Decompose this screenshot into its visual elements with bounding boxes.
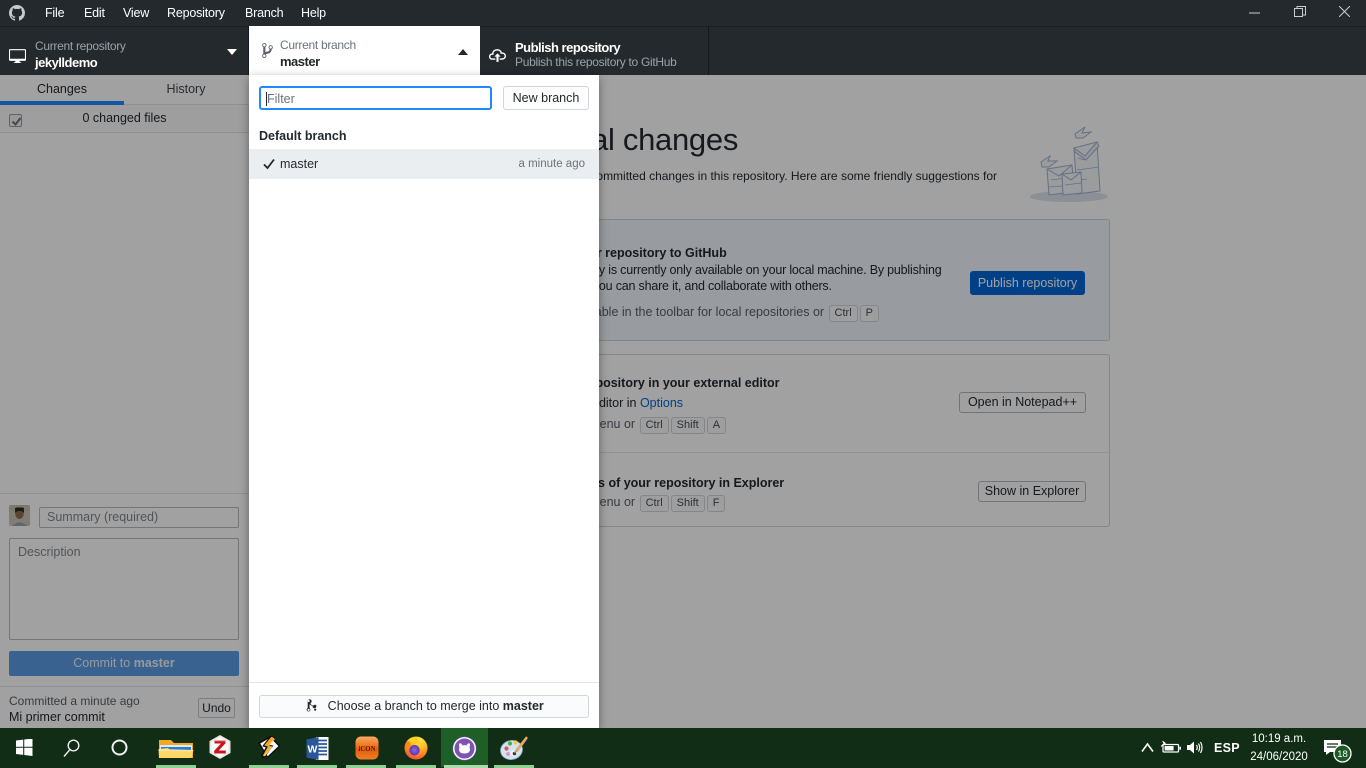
svg-text:iCON: iCON (359, 746, 376, 753)
svg-text:W: W (308, 744, 318, 756)
svg-text:18: 18 (1337, 749, 1348, 760)
